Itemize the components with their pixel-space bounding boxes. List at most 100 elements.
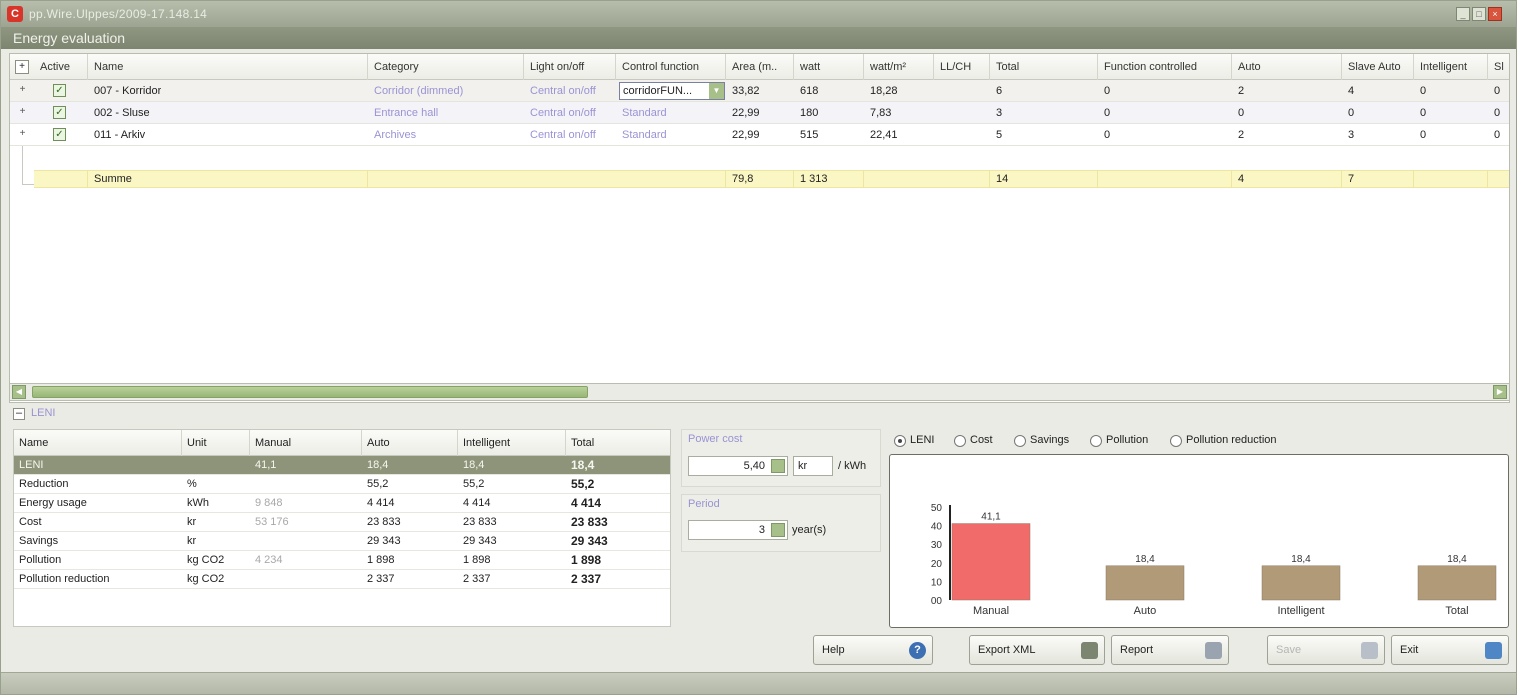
report-label: Report bbox=[1120, 644, 1154, 656]
leni-row[interactable]: LENI 41,1 18,4 18,4 18,4 bbox=[14, 456, 670, 475]
power-cost-input[interactable]: 5,40 bbox=[688, 456, 788, 476]
cell-function-controlled: 0 bbox=[1104, 107, 1111, 119]
leni-col-intelligent[interactable]: Intelligent bbox=[458, 430, 566, 456]
col-control-function[interactable]: Control function bbox=[616, 54, 726, 80]
spinner-icon[interactable] bbox=[771, 459, 785, 473]
help-button[interactable]: Help ? bbox=[813, 635, 933, 665]
leni-col-unit[interactable]: Unit bbox=[182, 430, 250, 456]
col-category[interactable]: Category bbox=[368, 54, 524, 80]
active-checkbox[interactable]: ✓ bbox=[53, 128, 66, 141]
expand-row-icon[interactable]: + bbox=[18, 107, 27, 117]
leni-row[interactable]: Energy usage kWh 9 848 4 414 4 414 4 414 bbox=[14, 494, 670, 513]
radio-dot[interactable] bbox=[894, 435, 906, 447]
x-tick-label: Auto bbox=[1134, 605, 1157, 617]
col-slave-auto[interactable]: Slave Auto bbox=[1342, 54, 1414, 80]
bar-value-label: 41,1 bbox=[981, 512, 1001, 523]
radio-dot[interactable] bbox=[954, 435, 966, 447]
scroll-left-icon[interactable]: ◀ bbox=[12, 385, 26, 399]
radio-label: LENI bbox=[910, 434, 935, 446]
radio-dot[interactable] bbox=[1090, 435, 1102, 447]
sum-cell bbox=[864, 171, 990, 188]
scroll-thumb[interactable] bbox=[32, 386, 588, 398]
expand-all-button[interactable]: + bbox=[15, 60, 29, 74]
sum-watt: 1 313 bbox=[794, 171, 864, 188]
expand-row-icon[interactable]: + bbox=[18, 85, 27, 95]
cell-area: 33,82 bbox=[732, 85, 760, 97]
cell-intelligent: 0 bbox=[1420, 85, 1427, 97]
title-bar: C pp.Wire.Ulppes/2009-17.148.14 _ □ × bbox=[1, 1, 1516, 27]
active-checkbox[interactable]: ✓ bbox=[53, 84, 66, 97]
leni-col-total[interactable]: Total bbox=[566, 430, 670, 456]
col-sl[interactable]: Sl bbox=[1488, 54, 1509, 80]
y-tick-label: 00 bbox=[931, 596, 943, 607]
expand-row-icon[interactable]: + bbox=[18, 129, 27, 139]
leni-manual: 53 176 bbox=[255, 516, 289, 528]
leni-col-manual[interactable]: Manual bbox=[250, 430, 362, 456]
cell-light[interactable]: Central on/off bbox=[524, 102, 596, 124]
exit-button[interactable]: Exit bbox=[1391, 635, 1509, 665]
cell-category[interactable]: Entrance hall bbox=[368, 102, 438, 124]
leni-row[interactable]: Cost kr 53 176 23 833 23 833 23 833 bbox=[14, 513, 670, 532]
cell-light[interactable]: Central on/off bbox=[524, 124, 596, 146]
col-area[interactable]: Area (m.. bbox=[726, 54, 794, 80]
cell-category[interactable]: Archives bbox=[368, 124, 416, 146]
sum-total: 14 bbox=[990, 171, 1098, 188]
leni-row[interactable]: Pollution reduction kg CO2 2 337 2 337 2… bbox=[14, 570, 670, 589]
col-total[interactable]: Total bbox=[990, 54, 1098, 80]
report-button[interactable]: Report bbox=[1111, 635, 1229, 665]
col-llch[interactable]: LL/CH bbox=[934, 54, 990, 80]
horizontal-scrollbar[interactable]: ◀ ▶ bbox=[9, 383, 1510, 401]
close-icon[interactable]: × bbox=[1488, 7, 1502, 21]
currency-field[interactable]: kr bbox=[793, 456, 833, 476]
chevron-down-icon[interactable]: ▼ bbox=[709, 83, 724, 99]
leni-col-name[interactable]: Name bbox=[14, 430, 182, 456]
leni-col-auto[interactable]: Auto bbox=[362, 430, 458, 456]
col-intelligent[interactable]: Intelligent bbox=[1414, 54, 1488, 80]
col-watt[interactable]: watt bbox=[794, 54, 864, 80]
leni-unit: % bbox=[187, 478, 197, 490]
save-label: Save bbox=[1276, 644, 1302, 656]
active-checkbox[interactable]: ✓ bbox=[53, 106, 66, 119]
scroll-right-icon[interactable]: ▶ bbox=[1493, 385, 1507, 399]
cell-sl: 0 bbox=[1494, 129, 1501, 141]
bar bbox=[1261, 565, 1341, 601]
leni-manual: 41,1 bbox=[255, 459, 277, 471]
table-row[interactable]: + ✓ 002 - Sluse Entrance hall Central on… bbox=[10, 102, 1509, 124]
period-unit-label: year(s) bbox=[792, 524, 827, 536]
radio-dot[interactable] bbox=[1014, 435, 1026, 447]
table-row[interactable]: + ✓ 011 - Arkiv Archives Central on/off … bbox=[10, 124, 1509, 146]
summary-row: Summe 79,8 1 313 14 4 7 bbox=[34, 170, 1509, 188]
leni-unit bbox=[182, 456, 187, 475]
leni-auto: 23 833 bbox=[367, 516, 401, 528]
combo-value: corridorFUN... bbox=[623, 85, 693, 97]
table-row[interactable]: + ✓ 007 - Korridor Corridor (dimmed) Cen… bbox=[10, 80, 1509, 102]
leni-row[interactable]: Reduction % 55,2 55,2 55,2 bbox=[14, 475, 670, 494]
leni-name: Energy usage bbox=[19, 497, 87, 509]
col-light[interactable]: Light on/off bbox=[524, 54, 616, 80]
col-active[interactable]: Active bbox=[34, 54, 88, 80]
cell-total: 6 bbox=[996, 85, 1003, 97]
cell-light[interactable]: Central on/off bbox=[524, 80, 596, 102]
maximize-icon[interactable]: □ bbox=[1472, 7, 1486, 21]
save-button[interactable]: Save bbox=[1267, 635, 1385, 665]
leni-row[interactable]: Pollution kg CO2 4 234 1 898 1 898 1 898 bbox=[14, 551, 670, 570]
control-function-combo[interactable]: corridorFUN... ▼ bbox=[619, 82, 725, 100]
panel-title: Energy evaluation bbox=[1, 27, 1516, 49]
period-input[interactable]: 3 bbox=[688, 520, 788, 540]
col-name[interactable]: Name bbox=[88, 54, 368, 80]
collapse-icon[interactable]: – bbox=[13, 408, 25, 420]
cell-control-function[interactable]: Standard bbox=[616, 124, 667, 146]
col-auto[interactable]: Auto bbox=[1232, 54, 1342, 80]
col-function-controlled[interactable]: Function controlled bbox=[1098, 54, 1232, 80]
cell-function-controlled: 0 bbox=[1104, 129, 1111, 141]
leni-row[interactable]: Savings kr 29 343 29 343 29 343 bbox=[14, 532, 670, 551]
cell-category[interactable]: Corridor (dimmed) bbox=[368, 80, 463, 102]
y-tick-label: 20 bbox=[931, 559, 943, 570]
rooms-grid: + Active Name Category Light on/off Cont… bbox=[9, 53, 1510, 403]
radio-dot[interactable] bbox=[1170, 435, 1182, 447]
cell-control-function[interactable]: Standard bbox=[616, 102, 667, 124]
spinner-icon[interactable] bbox=[771, 523, 785, 537]
export-xml-button[interactable]: Export XML bbox=[969, 635, 1105, 665]
col-watt-m2[interactable]: watt/m² bbox=[864, 54, 934, 80]
minimize-icon[interactable]: _ bbox=[1456, 7, 1470, 21]
